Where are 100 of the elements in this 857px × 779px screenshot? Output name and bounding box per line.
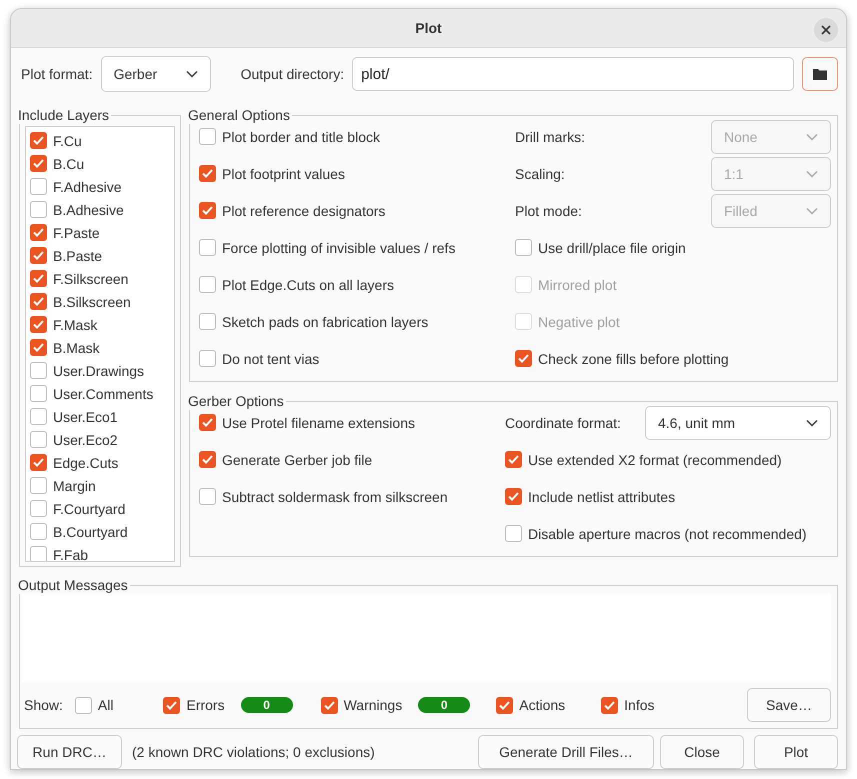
checkmark-icon xyxy=(33,251,44,260)
checkbox[interactable] xyxy=(199,350,216,367)
checkbox[interactable] xyxy=(30,362,47,379)
checkbox-label: Do not tent vias xyxy=(222,350,320,366)
checkbox[interactable] xyxy=(30,224,47,241)
checkbox[interactable] xyxy=(30,385,47,402)
checkmark-icon xyxy=(508,492,519,501)
checkbox[interactable] xyxy=(515,350,532,367)
layer-name: F.Adhesive xyxy=(53,178,122,194)
checkbox[interactable] xyxy=(199,313,216,330)
checkbox-label: Disable aperture macros (not recommended) xyxy=(528,526,807,542)
checkmark-icon xyxy=(33,458,44,467)
checkbox[interactable] xyxy=(30,454,47,471)
checkbox[interactable] xyxy=(199,239,216,256)
checkbox[interactable] xyxy=(496,696,514,714)
checkbox-label: Include netlist attributes xyxy=(528,488,676,504)
checkbox[interactable] xyxy=(30,201,47,218)
checkbox[interactable] xyxy=(30,155,47,172)
layer-name: B.Adhesive xyxy=(53,202,124,218)
checkbox[interactable] xyxy=(515,239,532,256)
checkbox[interactable] xyxy=(30,270,47,287)
checkbox-label: Plot reference designators xyxy=(222,202,386,218)
layer-name: Edge.Cuts xyxy=(53,454,118,470)
checkbox[interactable] xyxy=(505,488,522,505)
layer-name: B.Courtyard xyxy=(53,524,128,540)
checkbox-label: Use extended X2 format (recommended) xyxy=(528,452,782,468)
checkmark-icon xyxy=(499,700,510,710)
checkbox-label: Mirrored plot xyxy=(538,276,617,292)
count-badge: 0 xyxy=(418,697,470,713)
checkbox[interactable] xyxy=(505,451,522,468)
checkbox[interactable] xyxy=(199,276,216,293)
checkbox[interactable] xyxy=(163,696,180,714)
checkbox-label: Warnings xyxy=(344,697,402,713)
checkbox[interactable] xyxy=(74,696,92,714)
layer-name: B.Mask xyxy=(53,340,100,356)
checkbox[interactable] xyxy=(30,132,47,149)
checkbox-label: Infos xyxy=(624,697,655,713)
checkbox-label: Check zone fills before plotting xyxy=(538,350,729,366)
checkmark-icon xyxy=(202,455,213,464)
chevron-down-icon xyxy=(806,418,818,426)
layer-name: F.Cu xyxy=(53,132,82,148)
checkbox-label: Force plotting of invisible values / refs xyxy=(222,240,456,256)
close-button[interactable] xyxy=(814,18,838,42)
chevron-down-icon xyxy=(806,206,818,214)
run-drc-button[interactable]: Run DRC… xyxy=(17,735,122,769)
layer-name: F.Fab xyxy=(53,546,88,561)
checkbox[interactable] xyxy=(30,477,47,494)
save-button[interactable]: Save… xyxy=(747,688,831,722)
checkbox[interactable] xyxy=(30,339,47,356)
dialog-button[interactable]: Generate Drill Files… xyxy=(478,735,654,769)
checkbox[interactable] xyxy=(30,247,47,264)
checkbox[interactable] xyxy=(199,165,216,182)
checkbox[interactable] xyxy=(199,128,216,145)
checkbox[interactable] xyxy=(199,414,216,431)
checkbox-label: Plot footprint values xyxy=(222,166,345,182)
checkbox[interactable] xyxy=(30,178,47,195)
checkmark-icon xyxy=(508,455,519,464)
checkmark-icon xyxy=(604,700,616,710)
checkbox[interactable] xyxy=(199,202,216,219)
checkbox-label: Use drill/place file origin xyxy=(538,240,686,256)
field-label: Output directory: xyxy=(240,66,344,82)
field-label: Plot mode: xyxy=(515,202,582,218)
window-title: Plot xyxy=(415,20,442,36)
checkmark-icon xyxy=(202,418,213,427)
field-label: Coordinate format: xyxy=(505,414,621,430)
folder-icon xyxy=(813,68,827,80)
checkbox-label: Errors xyxy=(186,697,225,713)
checkbox[interactable] xyxy=(199,488,216,505)
browse-button[interactable] xyxy=(802,57,838,91)
checkbox-label: Actions xyxy=(519,697,566,713)
checkmark-icon xyxy=(33,274,44,283)
checkbox[interactable] xyxy=(30,546,47,561)
chevron-down-icon xyxy=(806,132,818,140)
checkmark-icon xyxy=(33,320,44,329)
field-label: Drill marks: xyxy=(515,128,585,144)
checkbox-label: Subtract soldermask from silkscreen xyxy=(222,488,448,504)
drc-status: (2 known DRC violations; 0 exclusions) xyxy=(132,744,375,760)
checkbox[interactable] xyxy=(30,316,47,333)
checkbox[interactable] xyxy=(30,500,47,517)
checkbox[interactable] xyxy=(30,523,47,540)
checkbox-label: Negative plot xyxy=(538,314,620,330)
checkbox[interactable] xyxy=(30,431,47,448)
checkbox[interactable] xyxy=(199,451,216,468)
output-directory-field[interactable]: plot/ xyxy=(352,57,794,91)
checkbox[interactable] xyxy=(30,293,47,310)
checkmark-icon xyxy=(33,297,44,306)
dropdown[interactable]: 4.6, unit mm xyxy=(645,406,831,440)
checkmark-icon xyxy=(166,700,178,710)
layer-name: F.Paste xyxy=(53,224,100,240)
checkbox[interactable] xyxy=(30,408,47,425)
layer-name: User.Comments xyxy=(53,386,154,402)
checkbox[interactable] xyxy=(505,525,522,542)
checkbox[interactable] xyxy=(320,696,338,714)
close-icon xyxy=(821,25,831,35)
show-label: Show: xyxy=(24,697,63,713)
dialog-button[interactable]: Close xyxy=(660,735,744,769)
plot-format-dropdown[interactable]: Gerber xyxy=(100,56,211,92)
checkmark-icon xyxy=(202,169,213,178)
checkbox[interactable] xyxy=(601,696,618,714)
dialog-button[interactable]: Plot xyxy=(754,735,838,769)
